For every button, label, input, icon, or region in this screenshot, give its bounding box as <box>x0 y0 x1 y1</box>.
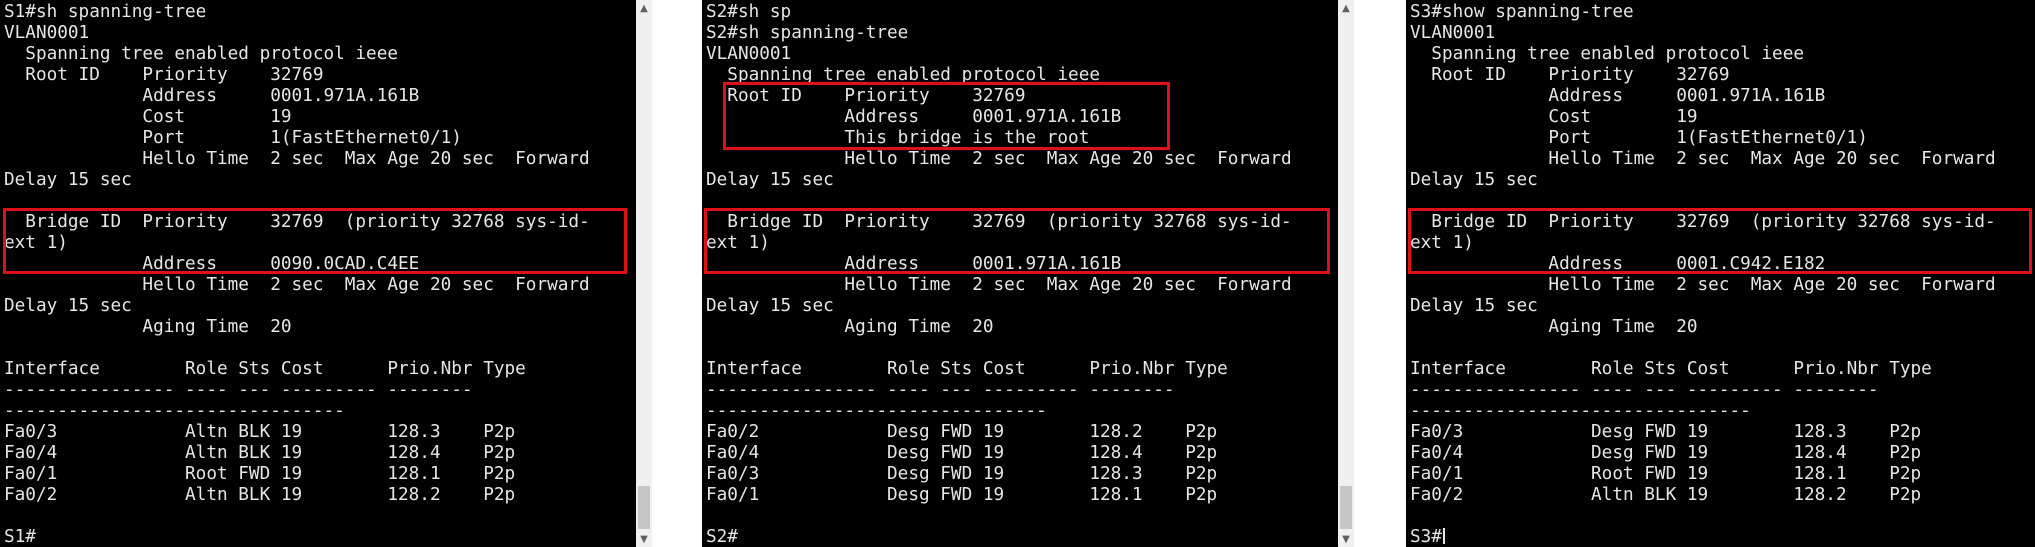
terminal-line: ext 1) <box>1410 233 1474 253</box>
terminal-line: ext 1) <box>4 233 68 253</box>
terminal-line: Bridge ID Priority 32769 (priority 32768… <box>4 212 590 232</box>
terminal-line: VLAN0001 <box>1410 23 1496 43</box>
terminal-line: Hello Time 2 sec Max Age 20 sec Forward <box>4 275 590 295</box>
terminal-line: Cost 19 <box>1410 107 1698 127</box>
terminal-line: Root ID Priority 32769 <box>4 65 324 85</box>
terminal-line: S3# <box>1410 527 2035 547</box>
terminal-text-s1: S1#sh spanning-tree VLAN0001 Spanning tre… <box>0 0 636 547</box>
terminal-line: Fa0/3 Desg FWD 19 128.3 P2p <box>1410 422 1922 442</box>
terminal-line: Fa0/1 Root FWD 19 128.1 P2p <box>4 464 516 484</box>
terminal-line: Fa0/1 Root FWD 19 128.1 P2p <box>1410 464 1922 484</box>
terminal-line: Aging Time 20 <box>1410 317 1698 337</box>
terminal-line: Address 0001.971A.161B <box>4 86 420 106</box>
chevron-up-icon[interactable]: ▲ <box>636 0 652 16</box>
terminal-line: ---------------- ---- --- --------- ----… <box>4 380 473 400</box>
terminal-output-s1[interactable]: S1#sh spanning-tree VLAN0001 Spanning tre… <box>0 0 636 547</box>
terminal-line: Spanning tree enabled protocol ieee <box>706 65 1101 85</box>
terminal-line: Fa0/2 Altn BLK 19 128.2 P2p <box>4 485 516 505</box>
terminal-line: -------------------------------- <box>4 401 345 421</box>
terminal-line: Port 1(FastEthernet0/1) <box>1410 128 1868 148</box>
terminal-line: Fa0/4 Desg FWD 19 128.4 P2p <box>1410 443 1922 463</box>
terminal-line: S1# <box>4 527 36 547</box>
chevron-down-icon[interactable]: ▼ <box>636 531 652 547</box>
terminal-output-s2[interactable]: S2#sh sp S2#sh spanning-tree VLAN0001 Span… <box>702 0 1338 547</box>
chevron-up-icon[interactable]: ▲ <box>1338 0 1354 16</box>
terminal-line: Address 0001.971A.161B <box>706 254 1122 274</box>
terminal-line: -------------------------------- <box>1410 401 1751 421</box>
terminal-line: -------------------------------- <box>706 401 1047 421</box>
terminal-line: This bridge is the root <box>706 128 1090 148</box>
terminal-line: S2#sh spanning-tree <box>706 23 909 43</box>
terminal-line: Fa0/3 Altn BLK 19 128.3 P2p <box>4 422 516 442</box>
terminal-line: Address 0001.971A.161B <box>706 107 1122 127</box>
terminal-line: S2# <box>706 527 738 547</box>
text-cursor <box>1442 528 1445 544</box>
terminal-line: Fa0/4 Altn BLK 19 128.4 P2p <box>4 443 516 463</box>
terminal-line: Address 0001.C942.E182 <box>1410 254 1826 274</box>
terminal-text-s2: S2#sh sp S2#sh spanning-tree VLAN0001 Span… <box>702 0 1338 547</box>
terminal-line: Hello Time 2 sec Max Age 20 sec Forward <box>4 149 590 169</box>
terminal-line: ---------------- ---- --- --------- ----… <box>1410 380 1879 400</box>
terminal-line: Delay 15 sec <box>1410 296 1538 316</box>
terminal-line: Delay 15 sec <box>706 296 834 316</box>
terminal-line: VLAN0001 <box>4 23 90 43</box>
terminal-text-s3: S3#show spanning-tree VLAN0001 Spanning t… <box>1406 0 2035 547</box>
terminal-line: Cost 19 <box>4 107 292 127</box>
scrollbar-s2[interactable]: ▲ ▼ <box>1338 0 1354 547</box>
terminal-line: Delay 15 sec <box>706 170 834 190</box>
terminal-line: Hello Time 2 sec Max Age 20 sec Forward <box>706 149 1292 169</box>
scrollbar-thumb-s2[interactable] <box>1340 486 1352 529</box>
terminal-line: Spanning tree enabled protocol ieee <box>4 44 399 64</box>
terminal-line: Aging Time 20 <box>4 317 292 337</box>
terminal-line: Address 0001.971A.161B <box>1410 86 1826 106</box>
terminal-output-s3[interactable]: S3#show spanning-tree VLAN0001 Spanning t… <box>1406 0 2035 547</box>
terminal-window-s3: S3#show spanning-tree VLAN0001 Spanning t… <box>1370 0 2035 547</box>
terminal-line: S2#sh sp <box>706 2 792 22</box>
terminal-line: Delay 15 sec <box>4 170 132 190</box>
terminal-line: Bridge ID Priority 32769 (priority 32768… <box>706 212 1292 232</box>
scrollbar-thumb-s1[interactable] <box>638 486 650 529</box>
terminal-line: Hello Time 2 sec Max Age 20 sec Forward <box>1410 275 1996 295</box>
terminal-line: Fa0/2 Desg FWD 19 128.2 P2p <box>706 422 1218 442</box>
terminal-window-s2: S2#sh sp S2#sh spanning-tree VLAN0001 Span… <box>668 0 1354 547</box>
terminal-line: VLAN0001 <box>706 44 792 64</box>
terminal-line: S3#show spanning-tree <box>1410 2 1634 22</box>
terminal-line: Aging Time 20 <box>706 317 994 337</box>
terminal-line: Interface Role Sts Cost Prio.Nbr Type <box>706 359 1228 379</box>
terminal-line: Port 1(FastEthernet0/1) <box>4 128 462 148</box>
chevron-down-icon[interactable]: ▼ <box>1338 531 1354 547</box>
terminal-line: Delay 15 sec <box>4 296 132 316</box>
terminal-window-s1: S1#sh spanning-tree VLAN0001 Spanning tre… <box>0 0 652 547</box>
terminal-line: Root ID Priority 32769 <box>706 86 1026 106</box>
terminal-line: S1#sh spanning-tree <box>4 2 207 22</box>
terminal-line: Root ID Priority 32769 <box>1410 65 1730 85</box>
terminal-line: Fa0/4 Desg FWD 19 128.4 P2p <box>706 443 1218 463</box>
terminal-line: Spanning tree enabled protocol ieee <box>1410 44 1805 64</box>
terminal-line: ---------------- ---- --- --------- ----… <box>706 380 1175 400</box>
terminal-line: Bridge ID Priority 32769 (priority 32768… <box>1410 212 1996 232</box>
terminal-line: Fa0/2 Altn BLK 19 128.2 P2p <box>1410 485 1922 505</box>
terminal-line: Interface Role Sts Cost Prio.Nbr Type <box>4 359 526 379</box>
terminal-line: Fa0/3 Desg FWD 19 128.3 P2p <box>706 464 1218 484</box>
terminal-line: Hello Time 2 sec Max Age 20 sec Forward <box>1410 149 1996 169</box>
terminal-line: Fa0/1 Desg FWD 19 128.1 P2p <box>706 485 1218 505</box>
scrollbar-s1[interactable]: ▲ ▼ <box>636 0 652 547</box>
terminal-line: Delay 15 sec <box>1410 170 1538 190</box>
terminal-line: Interface Role Sts Cost Prio.Nbr Type <box>1410 359 1932 379</box>
terminal-line: Address 0090.0CAD.C4EE <box>4 254 420 274</box>
terminal-line: ext 1) <box>706 233 770 253</box>
terminal-line: Hello Time 2 sec Max Age 20 sec Forward <box>706 275 1292 295</box>
